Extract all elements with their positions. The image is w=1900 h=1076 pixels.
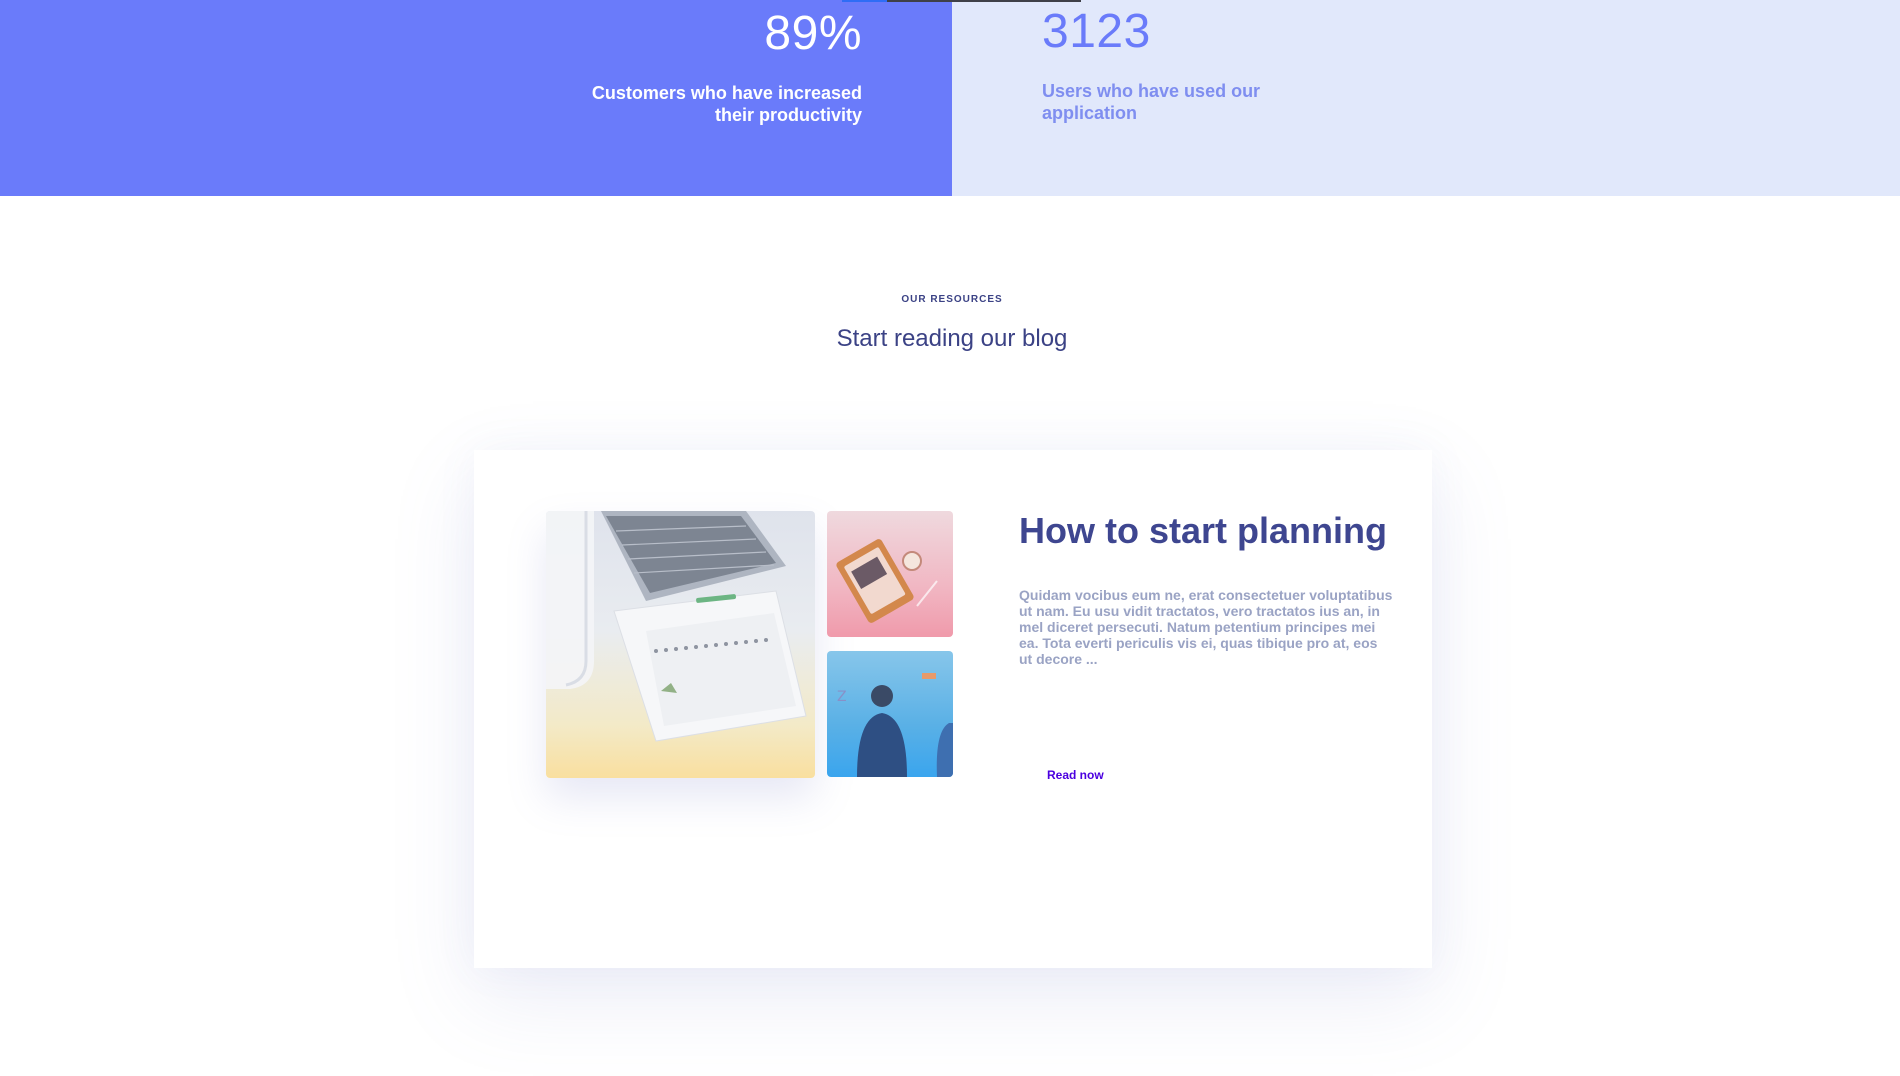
laptop-illustration — [836, 539, 938, 623]
desk-illustration — [546, 511, 807, 742]
blog-post-excerpt: Quidam vocibus eum ne, erat consectetuer… — [1019, 587, 1393, 667]
stat-productivity-caption: Customers who have increased their produ… — [591, 83, 862, 125]
scroll-progress-bar — [842, 0, 1081, 2]
blog-post-title: How to start planning — [1019, 510, 1387, 551]
section-eyebrow: OUR RESOURCES — [901, 294, 1003, 305]
blog-image-people: Z — [827, 651, 953, 777]
stats-band: 89% Customers who have increased their p… — [0, 0, 1900, 196]
blog-image-laptop — [827, 511, 953, 637]
stat-productivity: 89% Customers who have increased their p… — [0, 0, 952, 196]
people-illustration: Z — [837, 673, 953, 777]
blog-post-card: Z How to start planning Quidam vocibus e… — [474, 450, 1432, 968]
stat-users-value: 3123 — [1042, 5, 1151, 58]
scroll-progress-fill — [842, 0, 888, 2]
section-title: Start reading our blog — [836, 325, 1068, 352]
stat-users-caption: Users who have used our application — [1042, 81, 1261, 123]
stat-productivity-value: 89% — [764, 7, 862, 60]
stat-users: 3123 Users who have used our application — [952, 0, 1900, 196]
read-now-link[interactable]: Read now — [1047, 768, 1104, 782]
blog-image-desk — [546, 511, 815, 778]
svg-text:Z: Z — [837, 689, 847, 705]
